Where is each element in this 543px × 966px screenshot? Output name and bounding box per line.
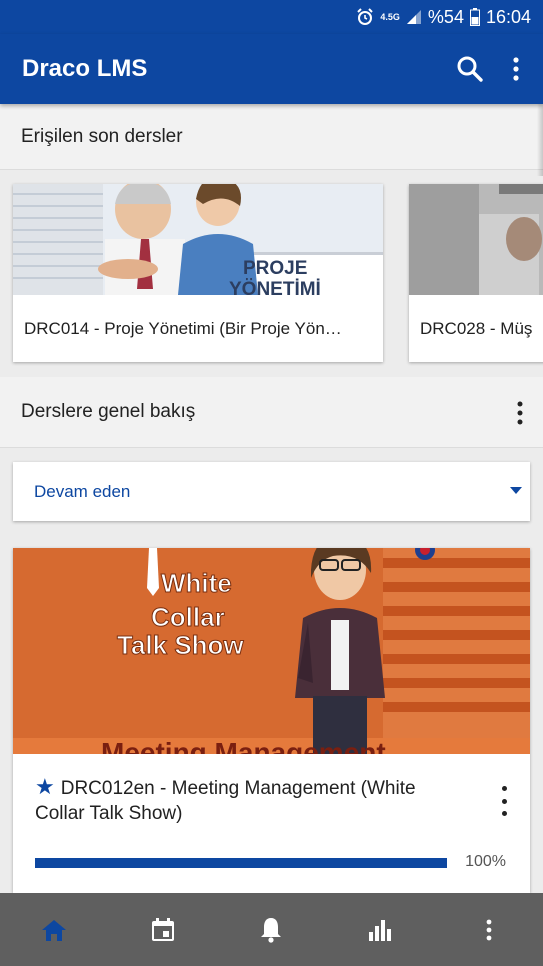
image-bottom-text: Meeting Management [101, 737, 386, 754]
course-filter-dropdown[interactable]: Devam eden [13, 462, 530, 521]
overflow-menu-button[interactable] [493, 46, 539, 92]
calendar-icon [151, 917, 174, 941]
recent-courses-header: Erişilen son dersler [0, 104, 543, 170]
more-vertical-icon [513, 57, 519, 81]
network-type: 4.5G [380, 11, 400, 22]
course-overview-header: Derslere genel bakış [0, 377, 543, 448]
thumbnail-text-line1: PROJE [243, 258, 307, 279]
alarm-icon [356, 8, 374, 26]
recent-course-card[interactable]: DRC028 - Müş [409, 184, 543, 362]
filter-selected-value: Devam eden [34, 481, 131, 501]
image-text-line2: Collar [151, 602, 225, 632]
chevron-down-icon [510, 487, 522, 494]
home-icon [42, 919, 67, 941]
progress-bar [35, 858, 447, 868]
battery-percent: %54 [427, 6, 464, 27]
recent-courses-carousel[interactable]: PROJE YÖNETİMİ DRC014 - Proje Yönetimi (… [0, 170, 543, 377]
course-image: White Collar Talk Show Meeting Managemen… [13, 548, 530, 754]
recent-course-title: DRC014 - Proje Yönetimi (Bir Proje Yön… [24, 318, 342, 338]
image-text-line1: White [161, 568, 232, 598]
course-overview-heading: Derslere genel bakış [21, 401, 196, 422]
course-title-row[interactable]: ★ DRC012en - Meeting Management (White Co… [35, 774, 465, 826]
signal-icon [406, 9, 422, 25]
course-thumbnail: PROJE YÖNETİMİ [13, 184, 383, 295]
overview-menu-button[interactable] [515, 401, 525, 425]
thumbnail-text-line2: YÖNETİMİ [229, 279, 321, 295]
star-icon[interactable]: ★ [35, 774, 55, 799]
nav-more[interactable] [459, 900, 519, 960]
course-title: DRC012en - Meeting Management (White Col… [35, 778, 416, 824]
course-thumbnail [409, 184, 543, 295]
bottom-navigation [0, 893, 543, 966]
app-bar: Draco LMS [0, 34, 543, 104]
nav-notifications[interactable] [241, 900, 301, 960]
recent-course-card[interactable]: PROJE YÖNETİMİ DRC014 - Proje Yönetimi (… [13, 184, 383, 362]
progress-bar-fill [35, 858, 447, 868]
search-icon [457, 56, 483, 82]
image-text-line3: Talk Show [117, 630, 244, 660]
battery-icon [469, 8, 480, 26]
recent-courses-heading: Erişilen son dersler [21, 125, 183, 147]
nav-grades[interactable] [350, 900, 410, 960]
bell-icon [261, 917, 282, 943]
status-bar: 4.5G %54 16:04 [0, 0, 543, 34]
progress-text: 100% [465, 853, 506, 870]
course-menu-button[interactable] [492, 786, 516, 816]
bar-chart-icon [369, 919, 392, 941]
recent-course-title: DRC028 - Müş [420, 318, 533, 338]
nav-home[interactable] [24, 900, 84, 960]
more-vertical-icon [517, 401, 523, 425]
search-button[interactable] [447, 46, 493, 92]
scroll-edge-indicator [537, 96, 543, 176]
course-card[interactable]: White Collar Talk Show Meeting Managemen… [13, 548, 530, 893]
more-vertical-icon [486, 919, 492, 940]
clock: 16:04 [485, 6, 531, 27]
nav-calendar[interactable] [133, 900, 193, 960]
app-title: Draco LMS [22, 55, 148, 82]
